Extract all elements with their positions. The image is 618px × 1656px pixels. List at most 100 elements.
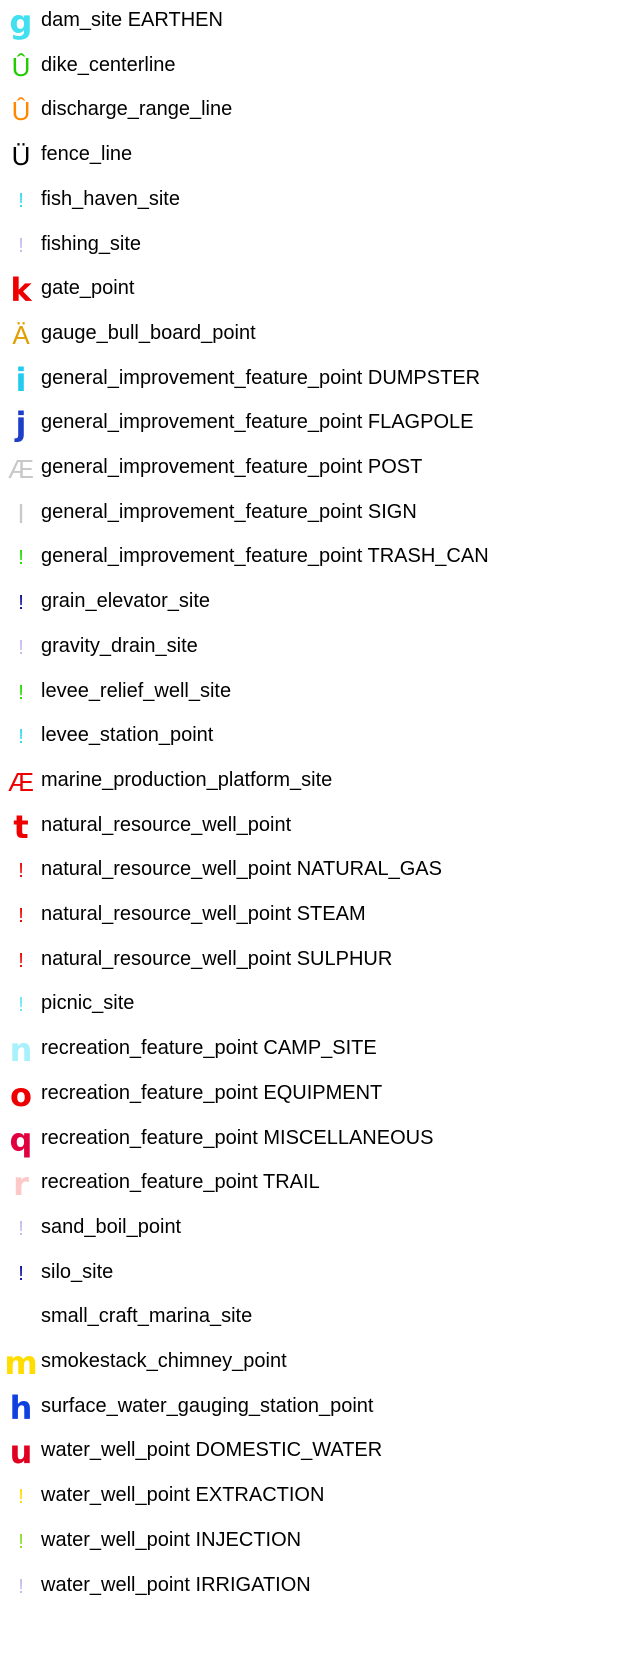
legend-symbol-icon: n <box>9 1031 33 1070</box>
legend-label: fishing_site <box>41 232 142 255</box>
legend-symbol-icon: ! <box>18 1262 24 1285</box>
legend-row: ! natural_resource_well_point STEAM <box>0 894 618 938</box>
legend-symbol-icon: ! <box>18 1217 24 1240</box>
legend-symbol-icon: Æ <box>8 454 34 484</box>
legend-row: ! water_well_point INJECTION <box>0 1520 618 1564</box>
legend-label: gate_point <box>41 277 135 300</box>
legend-symbol-icon: Ü <box>11 141 31 172</box>
legend-symbol-icon: ! <box>18 681 24 704</box>
legend-row: ! water_well_point EXTRACTION <box>0 1475 618 1519</box>
legend-row: g dam_site EARTHEN <box>0 0 618 44</box>
legend-label: water_well_point DOMESTIC_WATER <box>41 1439 383 1462</box>
legend-row: q recreation_feature_point MISCELLANEOUS <box>0 1118 618 1162</box>
legend-row: ! gravity_drain_site <box>0 626 618 670</box>
legend-row: k gate_point <box>0 268 618 312</box>
legend-label: general_improvement_feature_point SIGN <box>41 500 417 523</box>
legend-label: picnic_site <box>41 992 135 1015</box>
legend-row: ! levee_relief_well_site <box>0 671 618 715</box>
legend-row: ! general_improvement_feature_point TRASH… <box>0 536 618 580</box>
legend-symbol-icon: r <box>13 1165 29 1204</box>
legend-symbol-icon: ! <box>18 1486 24 1509</box>
legend-row: h surface_water_gauging_station_point <box>0 1386 618 1430</box>
legend-symbol-icon: ! <box>18 905 24 927</box>
legend-row: ! levee_station_point <box>0 715 618 759</box>
legend-label: smokestack_chimney_point <box>41 1350 287 1372</box>
legend-symbol-icon: Û <box>11 96 31 127</box>
legend-symbol-icon: ! <box>18 949 24 972</box>
legend-symbol-icon: Û <box>11 51 31 82</box>
legend-label: general_improvement_feature_point FLAGPO… <box>41 411 474 434</box>
legend-row: ! water_well_point IRRIGATION <box>0 1565 618 1609</box>
legend-symbol-icon: ! <box>18 726 24 749</box>
legend-row: ! silo_site <box>0 1252 618 1296</box>
legend-row: l general_improvement_feature_point SIGN <box>0 492 618 536</box>
legend-label: small_craft_marina_site <box>41 1305 253 1328</box>
legend-label: recreation_feature_point TRAIL <box>41 1171 320 1194</box>
legend-label: water_well_point EXTRACTION <box>41 1484 325 1507</box>
legend-label: grain_elevator_site <box>41 590 210 613</box>
legend-symbol-icon: j <box>15 405 27 444</box>
legend-label: recreation_feature_point MISCELLANEOUS <box>41 1126 434 1149</box>
legend-symbol-icon: ! <box>18 189 24 212</box>
legend-row: Æmarine_production_platform_site <box>0 760 618 804</box>
legend-label: gravity_drain_site <box>41 634 198 657</box>
legend-symbol-icon: ! <box>18 860 24 883</box>
legend-label: water_well_point IRRIGATION <box>41 1573 311 1596</box>
legend-label: natural_resource_well_point SULPHUR <box>41 947 393 970</box>
legend-symbol-icon: ! <box>18 1575 24 1598</box>
legend-row: small_craft_marina_site <box>0 1296 618 1340</box>
legend-symbol-icon: k <box>10 271 32 310</box>
legend-label: surface_water_gauging_station_point <box>41 1394 374 1417</box>
legend-symbol-icon: u <box>9 1433 33 1472</box>
legend-symbol-icon: ! <box>18 1530 24 1553</box>
legend-symbol-icon: l <box>18 498 24 529</box>
legend-row: ! sand_boil_point <box>0 1207 618 1251</box>
legend-symbol-icon: h <box>9 1388 33 1427</box>
legend-row: i general_improvement_feature_point DUMPS… <box>0 358 618 402</box>
legend-symbol-icon: ! <box>18 234 24 257</box>
legend-label: fish_haven_site <box>41 187 180 210</box>
legend-label: levee_station_point <box>41 724 214 747</box>
legend-symbol-icon: i <box>15 360 27 399</box>
legend-symbol-icon: o <box>10 1075 32 1114</box>
legend-symbol-icon: ! <box>18 547 24 570</box>
legend-label: natural_resource_well_point NATURAL_GAS <box>41 858 442 881</box>
legend-symbol-icon: q <box>9 1120 33 1159</box>
legend-symbol-icon: ! <box>18 592 24 615</box>
legend-row: ! natural_resource_well_point SULPHUR <box>0 939 618 983</box>
legend-row: ! fish_haven_site <box>0 179 618 223</box>
legend-row: ! picnic_site <box>0 983 618 1027</box>
legend-row: j general_improvement_feature_point FLAGP… <box>0 402 618 446</box>
legend-row: ! grain_elevator_site <box>0 581 618 625</box>
legend-label: dike_centerline <box>41 53 176 76</box>
legend-symbol-icon: ! <box>18 994 24 1017</box>
legend-label: water_well_point INJECTION <box>41 1528 302 1551</box>
legend-row: ! natural_resource_well_point NATURAL_GAS <box>0 849 618 893</box>
legend-label: natural_resource_well_point <box>41 813 292 836</box>
legend-row: m smokestack_chimney_point <box>0 1341 618 1385</box>
legend-row: Ägauge_bull_board_point <box>0 313 618 357</box>
legend-symbol-icon: Ä <box>12 319 30 350</box>
legend-symbol-icon: t <box>13 807 29 846</box>
legend-row: Ægeneral_improvement_feature_point POST <box>0 447 618 491</box>
legend-row: Ûdischarge_range_line <box>0 89 618 133</box>
legend-label: general_improvement_feature_point DUMPST… <box>41 366 481 389</box>
legend-symbol-icon: Æ <box>8 766 34 797</box>
legend-label: levee_relief_well_site <box>41 679 232 702</box>
legend-row: Üfence_line <box>0 134 618 178</box>
legend-symbol-icon: ! <box>18 636 24 659</box>
legend-row: o recreation_feature_point EQUIPMENT <box>0 1073 618 1117</box>
legend-row: Ûdike_centerline <box>0 45 618 89</box>
legend-row: ! fishing_site <box>0 224 618 268</box>
legend-label: dam_site EARTHEN <box>41 9 223 31</box>
legend-label: recreation_feature_point EQUIPMENT <box>41 1081 383 1104</box>
legend-label: recreation_feature_point CAMP_SITE <box>41 1037 377 1060</box>
legend-label: marine_production_platform_site <box>41 768 333 791</box>
legend-label: silo_site <box>41 1260 114 1283</box>
legend-row: r recreation_feature_point TRAIL <box>0 1162 618 1206</box>
legend-label: natural_resource_well_point STEAM <box>41 903 366 925</box>
legend-label: general_improvement_feature_point POST <box>41 456 423 478</box>
legend-symbol-icon: m <box>4 1344 38 1382</box>
legend-symbol-icon <box>8 1296 34 1340</box>
legend-row: t natural_resource_well_point <box>0 805 618 849</box>
